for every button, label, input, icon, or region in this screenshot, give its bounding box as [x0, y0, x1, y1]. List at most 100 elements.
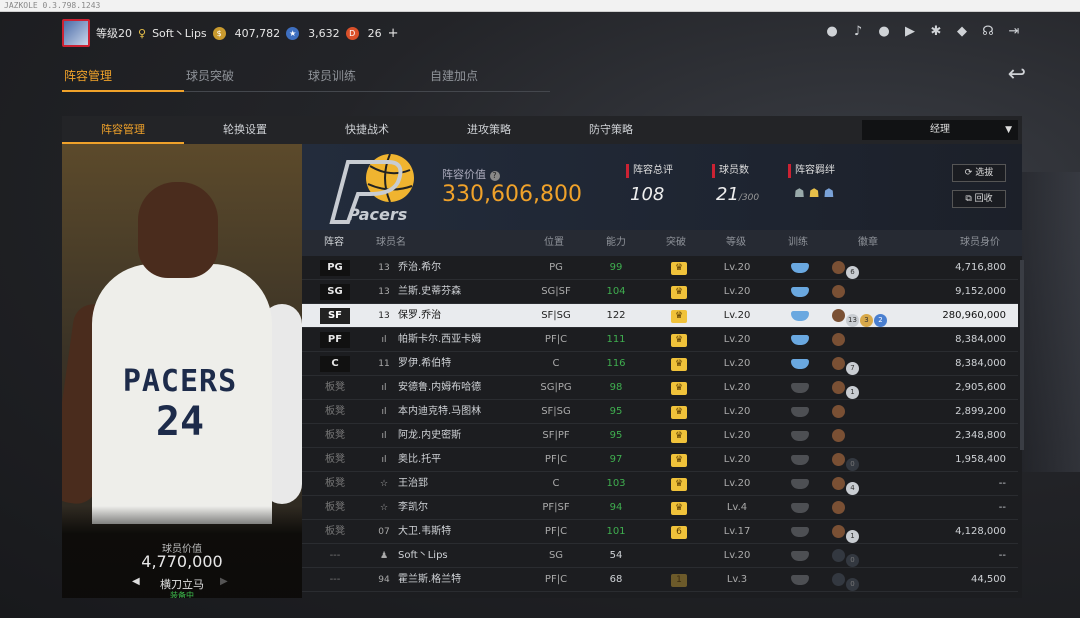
- training-cell[interactable]: [776, 520, 824, 547]
- table-scrollbar[interactable]: [1020, 260, 1024, 450]
- video-icon[interactable]: ▶: [902, 24, 918, 40]
- manager-select[interactable]: 经理 ▼: [862, 120, 1018, 140]
- training-cell[interactable]: [776, 448, 824, 475]
- lineup-slot[interactable]: SG: [320, 284, 350, 300]
- subtab-lineup[interactable]: 阵容管理: [62, 116, 184, 144]
- lineup-slot[interactable]: 板凳: [320, 380, 350, 396]
- subtab-offense[interactable]: 进攻策略: [428, 116, 550, 144]
- lineup-slot[interactable]: SF: [320, 308, 350, 324]
- table-row[interactable]: 板凳 ıl 阿龙.内史密斯 SF|PF 95 ♛ Lv.20 2,348,800: [302, 424, 1018, 448]
- badge-icon[interactable]: [832, 573, 845, 586]
- table-row[interactable]: 板凳 07 大卫.韦斯特 PF|C 101 6 Lv.17 1 4,128,000: [302, 520, 1018, 544]
- breakthrough-cell[interactable]: ♛: [650, 376, 708, 400]
- lineup-slot[interactable]: 板凳: [320, 428, 350, 444]
- badge-icon[interactable]: 0: [846, 458, 859, 471]
- badge-icon[interactable]: 7: [846, 362, 859, 375]
- breakthrough-cell[interactable]: ♛: [650, 256, 708, 280]
- back-arrow-icon[interactable]: ↩: [1008, 62, 1026, 87]
- player-name[interactable]: 乔治.希尔: [398, 256, 528, 280]
- player-name[interactable]: 李凯尔: [398, 496, 528, 520]
- badge-icon[interactable]: [832, 429, 845, 442]
- player-name[interactable]: 安德鲁.内姆布哈德: [398, 376, 528, 400]
- lineup-slot[interactable]: ---: [320, 548, 350, 564]
- player-name[interactable]: 霍兰斯.格兰特: [398, 568, 528, 592]
- lineup-slot[interactable]: ---: [320, 572, 350, 588]
- breakthrough-cell[interactable]: ♛: [650, 400, 708, 424]
- badge-icon[interactable]: 0: [846, 578, 859, 591]
- table-row[interactable]: 板凳 ıl 安德鲁.内姆布哈德 SG|PG 98 ♛ Lv.20 1 2,905,600: [302, 376, 1018, 400]
- recycle-button[interactable]: ⧉ 回收: [952, 190, 1006, 208]
- badge-icon[interactable]: 4: [846, 482, 859, 495]
- tab-breakthrough[interactable]: 球员突破: [184, 66, 306, 92]
- badge-icon[interactable]: [832, 525, 845, 538]
- badge-icon[interactable]: [832, 477, 845, 490]
- training-cell[interactable]: [776, 328, 824, 355]
- lineup-slot[interactable]: 板凳: [320, 524, 350, 540]
- table-row[interactable]: --- 94 霍兰斯.格兰特 PF|C 68 1 Lv.3 0 44,500: [302, 568, 1018, 592]
- badge-icon[interactable]: [832, 285, 845, 298]
- headset-icon[interactable]: ☊: [980, 24, 996, 40]
- table-row[interactable]: 板凳 ıl 本内迪克特.马图林 SF|SG 95 ♛ Lv.20 2,899,200: [302, 400, 1018, 424]
- logout-icon[interactable]: ⇥: [1006, 24, 1022, 40]
- player-card[interactable]: PACERS 24 球员价值 4,770,000 ◀ 横刀立马 ▶ 装备中: [62, 144, 302, 598]
- next-skill-icon[interactable]: ▶: [220, 576, 228, 587]
- player-name[interactable]: 阿龙.内史密斯: [398, 424, 528, 448]
- training-cell[interactable]: [776, 472, 824, 499]
- table-row[interactable]: SG 13 兰斯.史蒂芬森 SG|SF 104 ♛ Lv.20 9,152,000: [302, 280, 1018, 304]
- table-row[interactable]: --- ♟ Soft丶Lips SG 54 Lv.20 0 --: [302, 544, 1018, 568]
- player-name[interactable]: 保罗.乔治: [398, 304, 528, 328]
- bond-icons[interactable]: ☗☗☗: [794, 186, 838, 200]
- select-button[interactable]: ⟳ 选拔: [952, 164, 1006, 182]
- training-cell[interactable]: [776, 568, 824, 595]
- badge-icon[interactable]: [832, 309, 845, 322]
- player-name[interactable]: 帕斯卡尔.西亚卡姆: [398, 328, 528, 352]
- lineup-slot[interactable]: PG: [320, 260, 350, 276]
- training-cell[interactable]: [776, 304, 824, 331]
- breakthrough-cell[interactable]: ♛: [650, 472, 708, 496]
- badge-icon[interactable]: [832, 357, 845, 370]
- avatar[interactable]: [62, 19, 90, 47]
- tab-training[interactable]: 球员训练: [306, 66, 428, 92]
- tab-custom-points[interactable]: 自建加点: [428, 66, 550, 92]
- player-name[interactable]: 兰斯.史蒂芬森: [398, 280, 528, 304]
- gear-icon[interactable]: ✱: [928, 24, 944, 40]
- table-row[interactable]: PF ıl 帕斯卡尔.西亚卡姆 PF|C 111 ♛ Lv.20 8,384,000: [302, 328, 1018, 352]
- training-cell[interactable]: [776, 544, 824, 571]
- training-cell[interactable]: [776, 496, 824, 523]
- breakthrough-cell[interactable]: ♛: [650, 448, 708, 472]
- breakthrough-cell[interactable]: ♛: [650, 424, 708, 448]
- badge-icon[interactable]: [832, 549, 845, 562]
- breakthrough-cell[interactable]: 1: [650, 568, 708, 592]
- training-cell[interactable]: [776, 256, 824, 283]
- player-name[interactable]: 王治郅: [398, 472, 528, 496]
- subtab-tactics[interactable]: 快捷战术: [306, 116, 428, 144]
- tab-lineup[interactable]: 阵容管理: [62, 66, 184, 92]
- badge-icon[interactable]: [832, 405, 845, 418]
- subtab-defense[interactable]: 防守策略: [550, 116, 672, 144]
- shield-icon[interactable]: ◆: [954, 24, 970, 40]
- breakthrough-cell[interactable]: ♛: [650, 328, 708, 352]
- player-name[interactable]: Soft丶Lips: [398, 544, 528, 568]
- badge-icon[interactable]: [832, 381, 845, 394]
- badge-icon[interactable]: [832, 453, 845, 466]
- badge-icon[interactable]: 1: [846, 386, 859, 399]
- breakthrough-cell[interactable]: ♛: [650, 304, 708, 328]
- badge-icon[interactable]: 6: [846, 266, 859, 279]
- table-row[interactable]: SF 13 保罗.乔治 SF|SG 122 ♛ Lv.20 13 3 2 280,960,000: [302, 304, 1018, 328]
- badge-icon[interactable]: [832, 261, 845, 274]
- subtab-rotation[interactable]: 轮换设置: [184, 116, 306, 144]
- badge-icon[interactable]: 0: [846, 554, 859, 567]
- badge-icon[interactable]: [832, 501, 845, 514]
- player-name[interactable]: 本内迪克特.马图林: [398, 400, 528, 424]
- breakthrough-cell[interactable]: 6: [650, 520, 708, 544]
- lineup-slot[interactable]: 板凳: [320, 476, 350, 492]
- badge-icon[interactable]: 1: [846, 530, 859, 543]
- training-cell[interactable]: [776, 352, 824, 379]
- player-name[interactable]: 大卫.韦斯特: [398, 520, 528, 544]
- breakthrough-cell[interactable]: ♛: [650, 352, 708, 376]
- training-cell[interactable]: [776, 400, 824, 427]
- table-row[interactable]: 板凳 ☆ 王治郅 C 103 ♛ Lv.20 4 --: [302, 472, 1018, 496]
- badge-icon[interactable]: [832, 333, 845, 346]
- badge-icon[interactable]: 3: [860, 314, 873, 327]
- lineup-slot[interactable]: PF: [320, 332, 350, 348]
